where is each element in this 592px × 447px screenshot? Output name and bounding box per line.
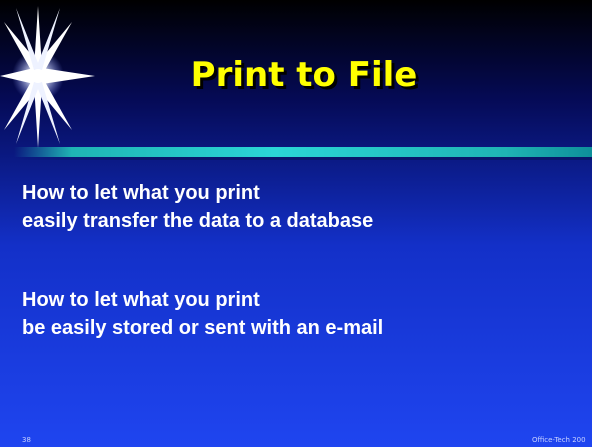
footer-text: Office-Tech 200	[532, 436, 586, 444]
bullet-paragraph-1: How to let what you print easily transfe…	[22, 179, 373, 235]
bullet-paragraph-2: How to let what you print be easily stor…	[22, 286, 383, 342]
title-divider-shadow	[14, 157, 592, 160]
paragraph-1-line-1: How to let what you print	[22, 182, 260, 204]
paragraph-2-line-2: be easily stored or sent with an e-mail	[22, 317, 384, 339]
title-divider	[14, 147, 592, 157]
slide: Print to File How to let what you print …	[0, 0, 592, 447]
paragraph-1-line-2: easily transfer the data to a database	[22, 210, 374, 232]
sparkle-star-icon	[0, 6, 95, 148]
paragraph-2-line-1: How to let what you print	[22, 289, 260, 311]
slide-title: Print to File	[190, 55, 418, 95]
slide-number: 38	[22, 436, 31, 444]
